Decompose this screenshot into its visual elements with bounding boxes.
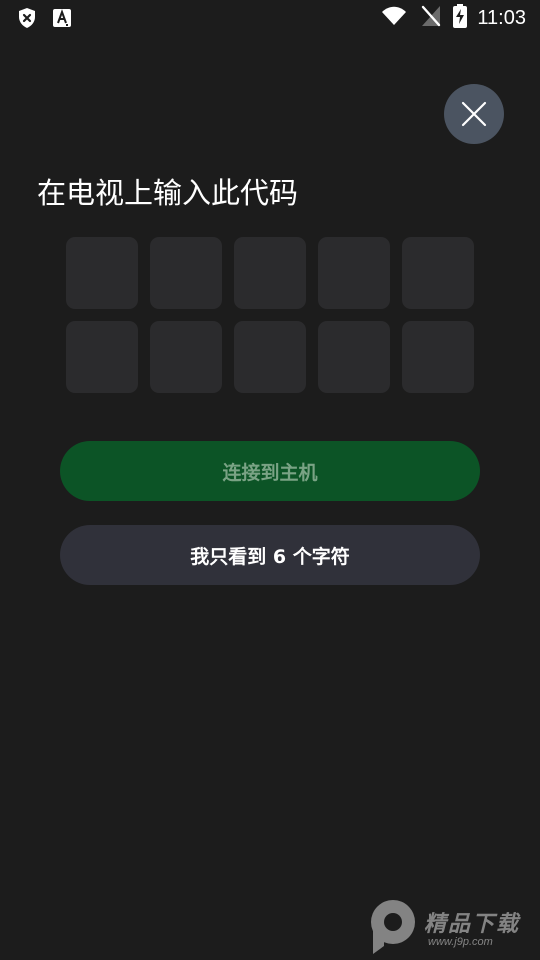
status-right-group: 11:03 [367, 0, 526, 36]
code-cell-8[interactable] [234, 321, 306, 393]
six-chars-button-label: 我只看到 6 个字符 [190, 545, 350, 568]
connect-button-label: 连接到主机 [222, 461, 318, 484]
status-time: 11:03 [477, 6, 526, 29]
page-title: 在电视上输入此代码 [37, 176, 299, 210]
code-cell-6[interactable] [66, 321, 138, 393]
status-bar: 11:03 [0, 0, 540, 36]
code-cell-10[interactable] [402, 321, 474, 393]
code-cell-3[interactable] [234, 237, 306, 309]
battery-charging-icon [453, 4, 468, 32]
code-cell-1[interactable] [66, 237, 138, 309]
no-sim-icon [421, 5, 441, 31]
only-six-chars-button[interactable]: 我只看到 6 个字符 [60, 525, 480, 585]
code-cell-5[interactable] [402, 237, 474, 309]
watermark-text: 精品下载 [424, 912, 521, 937]
code-cell-7[interactable] [150, 321, 222, 393]
code-cell-9[interactable] [318, 321, 390, 393]
shield-x-icon [16, 7, 38, 29]
watermark: 精品下载 www.j9p.com [366, 896, 536, 958]
close-button[interactable] [444, 84, 504, 144]
close-icon [460, 100, 488, 128]
code-grid[interactable] [66, 237, 474, 393]
connect-to-host-button[interactable]: 连接到主机 [60, 441, 480, 501]
watermark-url: www.j9p.com [428, 936, 493, 948]
code-cell-2[interactable] [150, 237, 222, 309]
code-cell-4[interactable] [318, 237, 390, 309]
wifi-icon [381, 6, 407, 30]
p-logo-icon [366, 898, 420, 960]
text-a-icon [52, 7, 74, 29]
